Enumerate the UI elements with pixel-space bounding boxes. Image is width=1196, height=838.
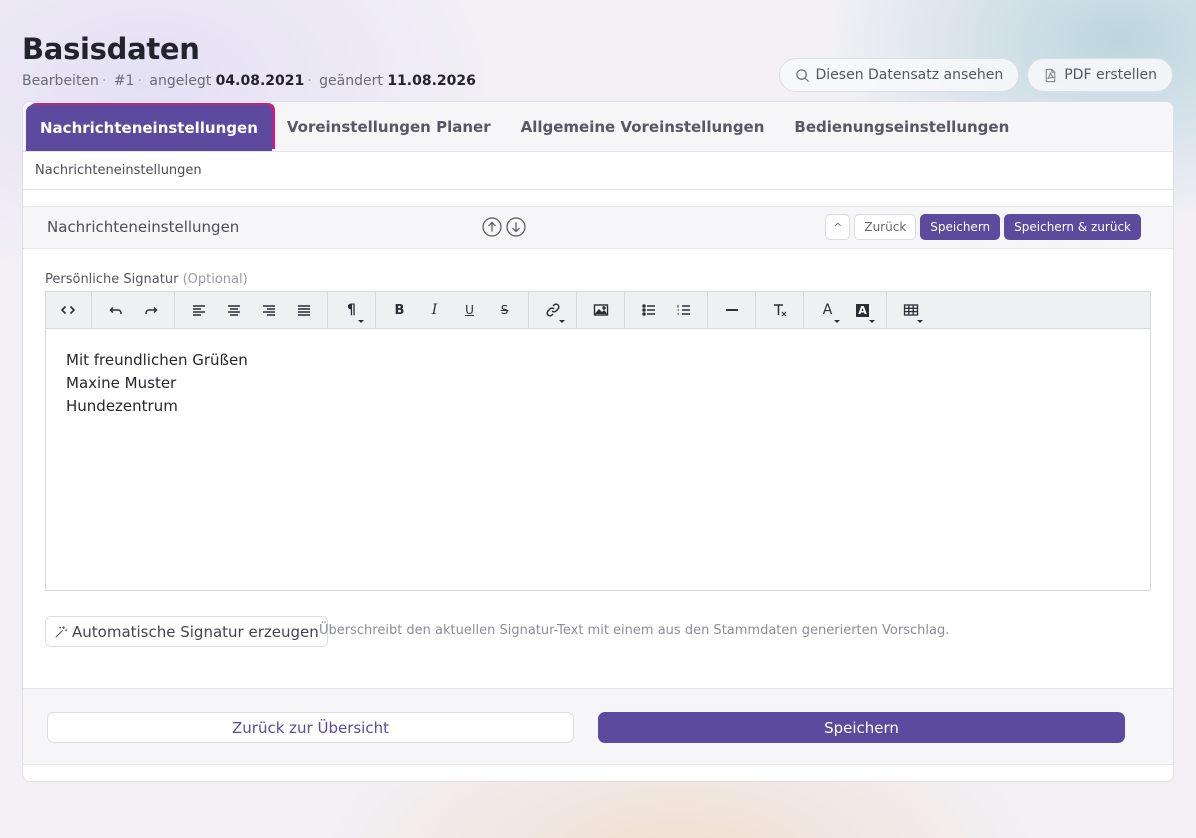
section-actions: ^ Zurück Speichern Speichern & zurück — [825, 214, 1141, 240]
top-actions: Diesen Datensatz ansehen PDF erstellen — [778, 58, 1173, 92]
align-justify-icon[interactable] — [286, 292, 321, 328]
footer-save-button[interactable]: Speichern — [598, 712, 1125, 743]
tab-nachrichteneinstellungen[interactable]: Nachrichteneinstellungen — [26, 105, 272, 151]
undo-icon[interactable] — [98, 292, 133, 328]
record-meta: Bearbeiten · #1 · angelegt 04.08.2021 · geä… — [22, 73, 476, 89]
back-to-overview-button[interactable]: Zurück zur Übersicht — [47, 712, 574, 743]
section-nav — [482, 217, 526, 237]
redo-icon[interactable] — [133, 292, 168, 328]
tab-allgemeine-voreinstellungen[interactable]: Allgemeine Voreinstellungen — [506, 103, 780, 151]
create-pdf-button[interactable]: PDF erstellen — [1027, 58, 1173, 92]
signature-line: Maxine Muster — [66, 374, 177, 392]
auto-signature-label: Automatische Signatur erzeugen — [72, 622, 319, 641]
signature-editor: ¶ B I U S A A Mit freundlichen Grüßen Ma… — [45, 291, 1151, 591]
create-pdf-label: PDF erstellen — [1064, 67, 1157, 83]
signature-label-text: Persönliche Signatur — [45, 272, 179, 287]
section-title: Nachrichteneinstellungen — [47, 218, 240, 236]
optional-tag: (Optional) — [182, 272, 248, 287]
code-view-icon[interactable] — [50, 292, 85, 328]
table-icon[interactable] — [893, 292, 928, 328]
tab-bedienungseinstellungen[interactable]: Bedienungseinstellungen — [779, 103, 1024, 151]
image-icon[interactable] — [583, 292, 618, 328]
breadcrumb: Nachrichteneinstellungen — [23, 152, 1173, 190]
link-icon[interactable] — [535, 292, 570, 328]
bold-icon[interactable]: B — [382, 292, 417, 328]
created-label: angelegt — [149, 73, 212, 89]
mode-label: Bearbeiten — [22, 73, 99, 89]
changed-date: 11.08.2026 — [387, 73, 476, 89]
strikethrough-icon[interactable]: S — [487, 292, 522, 328]
align-center-icon[interactable] — [216, 292, 251, 328]
section-header: Nachrichteneinstellungen ^ Zurück Speich… — [23, 206, 1173, 249]
page-title: Basisdaten — [22, 32, 200, 66]
back-button[interactable]: Zurück — [854, 214, 917, 240]
underline-icon[interactable]: U — [452, 292, 487, 328]
signature-line: Mit freundlichen Grüßen — [66, 351, 248, 369]
font-color-icon[interactable]: A — [810, 292, 845, 328]
clear-format-icon[interactable] — [762, 292, 797, 328]
view-record-button[interactable]: Diesen Datensatz ansehen — [778, 58, 1020, 92]
scroll-top-button[interactable]: ^ — [825, 214, 851, 240]
search-icon — [795, 68, 809, 82]
created-date: 04.08.2021 — [215, 73, 305, 89]
arrow-up-circle-icon[interactable] — [482, 217, 502, 237]
italic-icon[interactable]: I — [417, 292, 452, 328]
paragraph-format-icon[interactable]: ¶ — [334, 292, 369, 328]
view-record-label: Diesen Datensatz ansehen — [815, 67, 1004, 83]
form-footer: Zurück zur Übersicht Speichern — [23, 688, 1173, 765]
signature-textarea[interactable]: Mit freundlichen Grüßen Maxine Muster Hu… — [46, 329, 1150, 438]
signature-line: Hundezentrum — [66, 397, 178, 415]
horizontal-rule-icon[interactable] — [714, 292, 749, 328]
save-and-back-button[interactable]: Speichern & zurück — [1004, 214, 1141, 240]
magic-wand-icon — [55, 625, 68, 638]
save-button[interactable]: Speichern — [920, 214, 1001, 240]
changed-label: geändert — [319, 73, 383, 89]
settings-card: Nachrichteneinstellungen Voreinstellunge… — [22, 101, 1174, 782]
tab-voreinstellungen-planer[interactable]: Voreinstellungen Planer — [272, 103, 506, 151]
background-color-icon[interactable]: A — [845, 292, 880, 328]
signature-label: Persönliche Signatur (Optional) — [45, 272, 248, 287]
auto-signature-hint: Überschreibt den aktuellen Signatur-Text… — [319, 623, 950, 638]
align-left-icon[interactable] — [181, 292, 216, 328]
bullet-list-icon[interactable] — [631, 292, 666, 328]
editor-toolbar: ¶ B I U S A A — [46, 292, 1150, 329]
record-id: #1 — [113, 73, 135, 89]
arrow-down-circle-icon[interactable] — [506, 217, 526, 237]
tab-bar: Nachrichteneinstellungen Voreinstellunge… — [23, 102, 1173, 152]
pdf-file-icon — [1045, 68, 1056, 82]
align-right-icon[interactable] — [251, 292, 286, 328]
numbered-list-icon[interactable] — [666, 292, 701, 328]
auto-signature-button[interactable]: Automatische Signatur erzeugen — [45, 616, 328, 647]
